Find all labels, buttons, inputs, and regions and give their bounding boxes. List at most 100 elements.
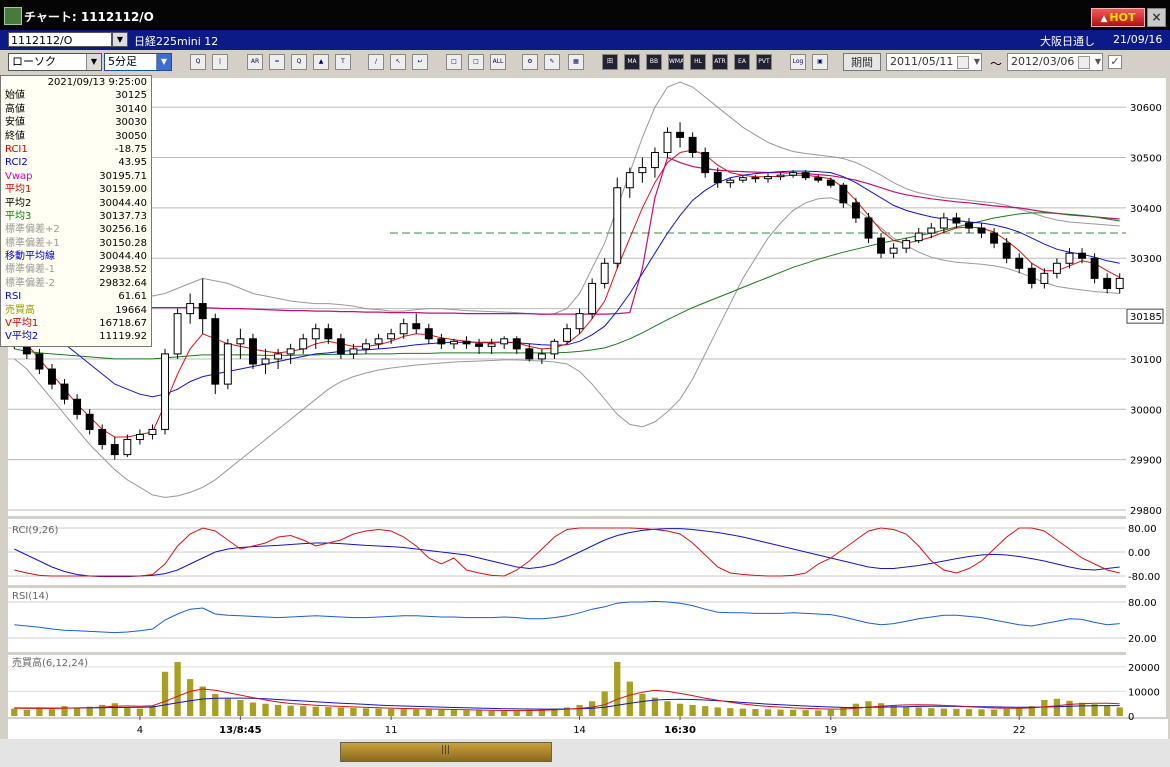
info-row: RSI 61.61 [1,290,151,303]
info-row: 平均2 30044.40 [1,197,151,210]
volume-bar [664,701,671,716]
volume-bar [689,704,696,716]
candle-body [35,353,44,370]
volume-bar [953,708,960,716]
volume-bar [463,710,470,716]
price-tick-label: 30000 [1130,405,1162,416]
info-row-value: 30140 [115,103,147,115]
x-axis-bg [8,719,1168,739]
chart-area[interactable]: 30600 30500 30400 30300 30185 30100 30000 29900… [0,0,1170,767]
rci-tick-label: -80.00 [1128,572,1160,583]
volume-bar [48,709,56,716]
candle-body [764,176,772,180]
rsi-tick-label: 20.00 [1128,634,1157,645]
candle-body [877,237,885,254]
candle-body [1052,262,1061,274]
info-row-label: RCI1 [5,143,28,155]
volume-tick-label: 0 [1128,712,1134,723]
price-tick-label: 30400 [1130,204,1162,215]
candle-body [600,262,609,284]
volume-bar [400,709,407,716]
rsi-panel-label: RSI(14) [12,591,49,602]
info-row-label: 平均2 [5,197,32,209]
info-row-label: RCI2 [5,157,28,169]
x-tick-label: 14 [573,725,586,736]
x-tick-label: 22 [1013,725,1026,736]
candle-body [990,232,999,244]
candle-body [512,338,521,350]
volume-bar [187,679,194,716]
volume-bar [73,708,81,716]
volume-bar [978,709,985,716]
info-row: 標準偏差-1 29938.52 [1,263,151,276]
candle-body [939,217,948,229]
candle-body [927,227,936,234]
candle-body [839,184,848,204]
candle-body [374,338,383,345]
volume-bar [212,693,219,716]
info-row: Vwap 30195.71 [1,170,151,183]
scrollbar-thumb[interactable]: ||| [340,742,552,762]
volume-bar [274,704,282,716]
volume-bar [174,661,181,716]
info-row-label: 高値 [5,103,25,115]
volume-bar [928,708,935,716]
candle-body [625,172,634,189]
candle-body [575,313,584,330]
volume-bar [990,709,998,716]
volume-bar [802,710,809,716]
info-row-label: 終値 [5,130,25,142]
candle-body [801,172,810,179]
x-tick-label: 19 [824,725,837,736]
candle-body [462,340,471,345]
volume-bar [350,707,357,716]
timeline-scrollbar[interactable]: ||| [0,739,1170,767]
candle-body [889,247,898,254]
volume-bar [752,709,759,716]
volume-bar [1104,705,1111,716]
price-tick-label: 30185 [1130,312,1162,323]
volume-bar [387,708,395,716]
volume-bar [262,703,269,716]
info-row-value: 43.95 [118,157,147,169]
info-row: 標準偏差+1 30150.28 [1,237,151,250]
volume-bar [501,711,508,716]
volume-bar [1078,702,1086,716]
volume-bar [1053,698,1061,716]
price-tick-label: 30500 [1130,154,1162,165]
candle-body [537,353,546,360]
candle-body [952,217,961,224]
rsi-panel-bg [8,588,1126,652]
volume-bar [136,708,144,716]
candle-body [135,433,144,441]
candle-body [525,348,534,360]
candle-body [249,338,257,365]
info-row-label: 標準偏差-2 [5,277,55,289]
info-row: RCI2 43.95 [1,156,151,169]
candle-body [563,328,571,342]
info-row: 安値 30030 [1,116,151,129]
volume-tick-label: 20000 [1128,663,1160,674]
candle-body [588,282,597,315]
volume-bar [224,698,231,716]
info-row-label: 平均1 [5,184,32,196]
volume-bar [827,709,834,716]
volume-bar [287,705,294,716]
info-row-value: 30050 [115,130,147,142]
candle-body [299,338,308,350]
candle-body [1078,252,1086,259]
candle-body [776,174,785,178]
candle-body [173,313,182,355]
info-row-label: Vwap [5,170,33,182]
info-row: 平均1 30159.00 [1,183,151,196]
volume-bar [777,709,784,716]
volume-bar [815,710,822,716]
info-row: RCI1 -18.75 [1,143,151,156]
candle-body [676,131,685,138]
info-row-value: 19664 [115,304,147,316]
volume-bar [1016,708,1023,716]
info-row: 標準偏差-2 29832.64 [1,277,151,290]
candle-body [738,177,747,181]
rci-tick-label: 80.00 [1128,524,1157,535]
candle-body [286,348,295,355]
